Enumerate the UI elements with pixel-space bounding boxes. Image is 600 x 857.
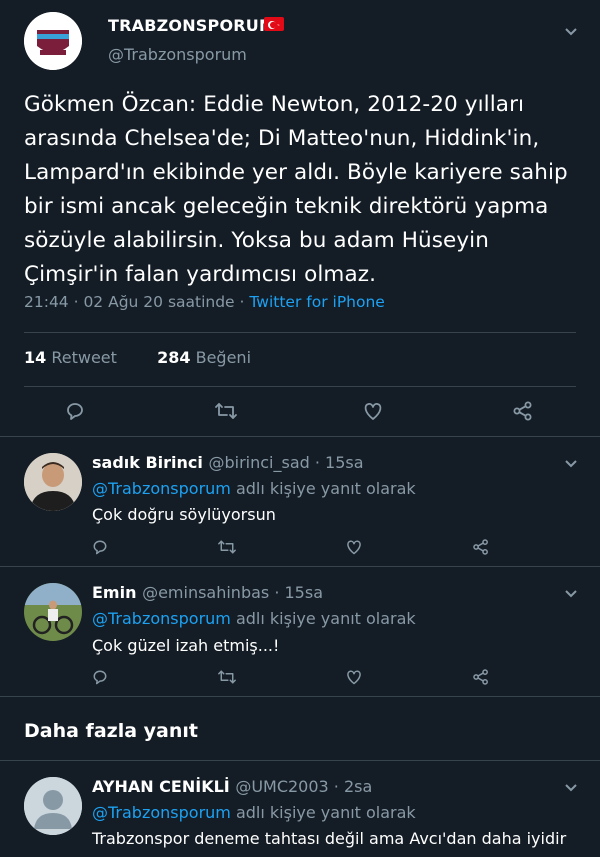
reply-button[interactable] [91, 538, 109, 560]
turkey-flag-icon [264, 17, 284, 31]
author-handle[interactable]: @birinci_sad · 15sa [208, 453, 363, 472]
chevron-down-icon[interactable] [563, 779, 579, 795]
trabzonspor-logo-icon [24, 12, 82, 70]
retweet-button[interactable] [214, 400, 238, 426]
share-icon [473, 669, 488, 685]
reply-button[interactable] [64, 400, 86, 426]
reply-context: @Trabzonsporum adlı kişiye yanıt olarak [92, 803, 416, 822]
reply-icon [93, 540, 107, 555]
chevron-down-icon[interactable] [563, 455, 579, 471]
share-button[interactable] [472, 538, 490, 560]
author-handle[interactable]: @UMC2003 · 2sa [235, 777, 372, 796]
bicycle-photo-icon [24, 583, 82, 641]
avatar[interactable] [24, 583, 82, 641]
share-button[interactable] [472, 668, 490, 690]
author-handle[interactable]: @Trabzonsporum [108, 45, 247, 64]
author-handle[interactable]: @eminsahinbas · 15sa [142, 583, 323, 602]
like-button[interactable] [345, 668, 363, 690]
more-replies-heading: Daha fazla yanıt [24, 720, 198, 742]
reply-icon [93, 670, 107, 685]
reply-text: Trabzonspor deneme tahtası değil ama Avc… [92, 829, 567, 848]
author-name[interactable]: AYHAN CENİKLİ [92, 777, 230, 796]
mention-link[interactable]: @Trabzonsporum [92, 609, 231, 628]
avatar[interactable] [24, 777, 82, 835]
share-button[interactable] [512, 400, 534, 426]
like-button[interactable] [345, 538, 363, 560]
reply-tweet[interactable]: AYHAN CENİKLİ @UMC2003 · 2sa @Trabzonspo… [0, 761, 600, 857]
reply-tweet[interactable]: Emin @eminsahinbas · 15sa @Trabzonsporum… [0, 567, 600, 696]
divider [24, 332, 576, 333]
reply-icon [67, 403, 83, 420]
reply-text: Çok doğru söylüyorsun [92, 505, 276, 524]
like-stat[interactable]: 284 Beğeni [157, 348, 251, 367]
tweet-text: Gökmen Özcan: Eddie Newton, 2012-20 yıll… [24, 92, 568, 287]
share-icon [513, 401, 532, 421]
retweet-icon [218, 670, 236, 684]
chevron-down-icon[interactable] [563, 585, 579, 601]
retweet-icon [215, 403, 237, 419]
author-name[interactable]: sadık Birinci [92, 453, 203, 472]
default-avatar-icon [24, 777, 82, 835]
tweet-meta: 21:44 · 02 Ağu 20 saatinde · Twitter for… [24, 293, 385, 311]
mention-link[interactable]: @Trabzonsporum [92, 479, 231, 498]
divider [24, 386, 576, 387]
author-name[interactable]: TRABZONSPORUM [108, 16, 275, 35]
heart-icon [347, 670, 361, 685]
timestamp: 21:44 · 02 Ağu 20 saatinde · [24, 293, 250, 311]
main-tweet: TRABZONSPORUM @Trabzonsporum Gökmen Özca… [0, 0, 600, 438]
reply-context: @Trabzonsporum adlı kişiye yanıt olarak [92, 479, 416, 498]
source-link[interactable]: Twitter for iPhone [249, 293, 384, 311]
share-icon [473, 539, 488, 555]
heart-icon [364, 403, 382, 420]
retweet-icon [218, 540, 236, 554]
mention-link[interactable]: @Trabzonsporum [92, 803, 231, 822]
avatar[interactable] [24, 12, 82, 70]
avatar[interactable] [24, 453, 82, 511]
heart-icon [347, 540, 361, 555]
reply-text: Çok güzel izah etmiş...! [92, 636, 280, 655]
chevron-down-icon[interactable] [563, 23, 579, 39]
tweet-stats: 14 Retweet 284 Beğeni [24, 348, 251, 367]
divider [0, 696, 600, 697]
retweet-button[interactable] [217, 538, 237, 560]
reply-context: @Trabzonsporum adlı kişiye yanıt olarak [92, 609, 416, 628]
like-button[interactable] [362, 400, 384, 426]
retweet-stat[interactable]: 14 Retweet [24, 348, 117, 367]
retweet-button[interactable] [217, 668, 237, 690]
person-photo-icon [24, 453, 82, 511]
reply-tweet[interactable]: sadık Birinci @birinci_sad · 15sa @Trabz… [0, 437, 600, 566]
author-name[interactable]: Emin [92, 583, 136, 602]
reply-button[interactable] [91, 668, 109, 690]
